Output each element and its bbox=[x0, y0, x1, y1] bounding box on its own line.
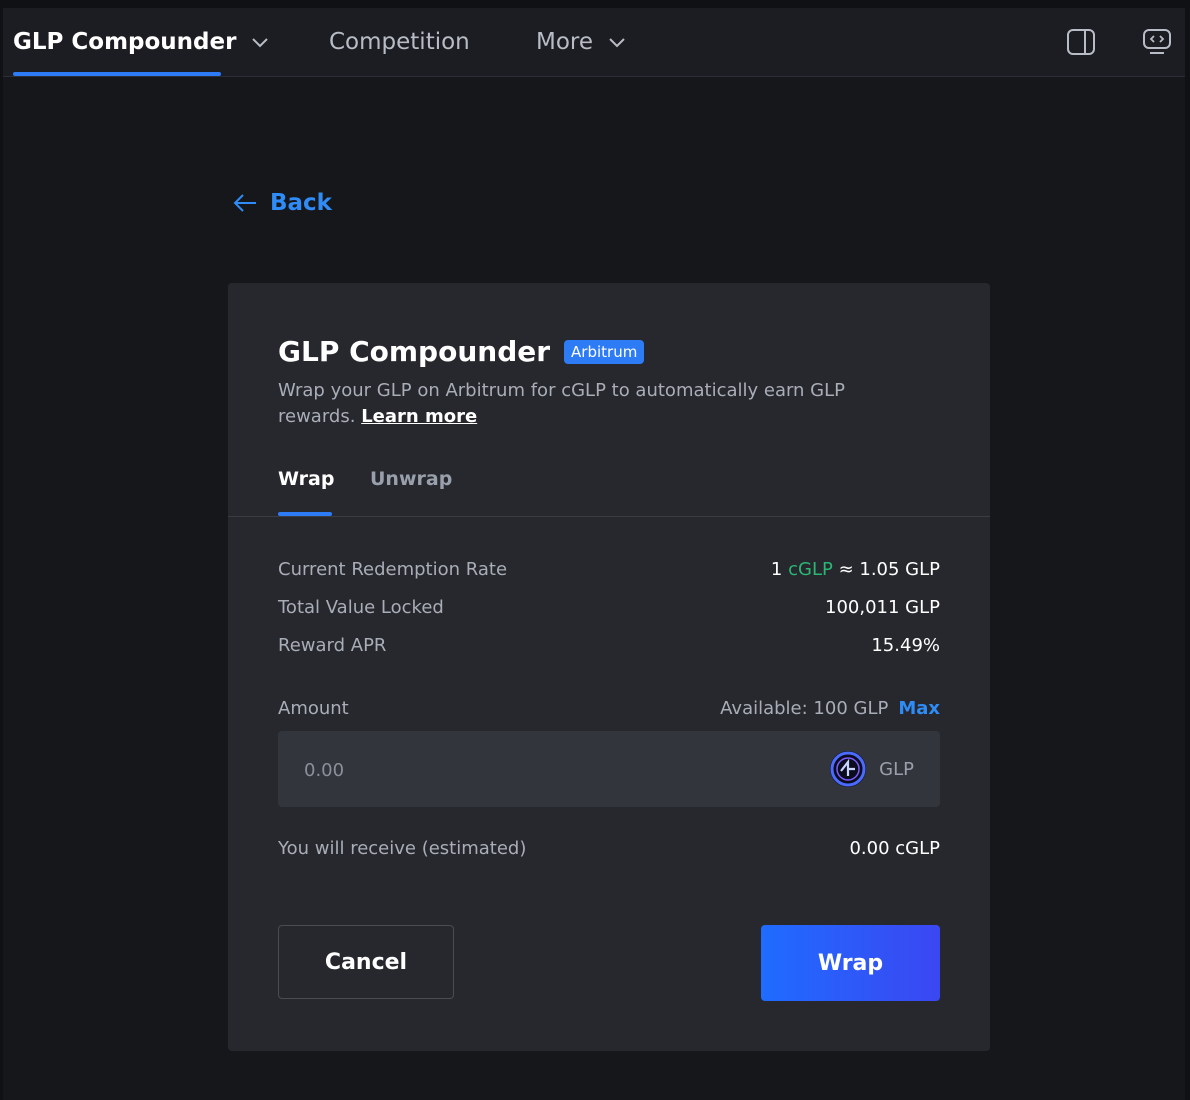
tab-active-indicator bbox=[278, 512, 332, 516]
panel-toggle-icon[interactable] bbox=[1061, 22, 1101, 62]
token-label: GLP bbox=[879, 758, 914, 780]
compounder-card: GLP Compounder Arbitrum Wrap your GLP on… bbox=[228, 283, 990, 1051]
learn-more-link[interactable]: Learn more bbox=[361, 406, 477, 427]
glp-token-icon bbox=[830, 751, 867, 787]
amount-label: Amount bbox=[278, 698, 349, 719]
apr-row: Reward APR 15.49% bbox=[278, 635, 940, 656]
nav-item-label: Competition bbox=[329, 29, 470, 55]
wrap-button[interactable]: Wrap bbox=[761, 925, 940, 1001]
available-balance: Available: 100 GLP Max bbox=[720, 698, 940, 719]
amount-header: Amount Available: 100 GLP Max bbox=[278, 698, 940, 719]
chevron-down-icon bbox=[609, 38, 625, 48]
receive-value: 0.00 cGLP bbox=[849, 838, 940, 859]
tvl-value: 100,011 GLP bbox=[825, 597, 940, 618]
receive-label: You will receive (estimated) bbox=[278, 838, 527, 859]
back-link[interactable]: Back bbox=[232, 184, 332, 222]
amount-input-container: GLP bbox=[278, 731, 940, 807]
available-text: Available: 100 GLP bbox=[720, 698, 889, 719]
code-chat-icon[interactable] bbox=[1137, 22, 1177, 62]
tvl-row: Total Value Locked 100,011 GLP bbox=[278, 597, 940, 618]
back-label: Back bbox=[270, 190, 332, 216]
max-button[interactable]: Max bbox=[898, 698, 940, 719]
receive-row: You will receive (estimated) 0.00 cGLP bbox=[278, 838, 940, 859]
tab-bar: Wrap Unwrap bbox=[228, 468, 990, 517]
rate-amount: 1 bbox=[770, 559, 783, 580]
nav-competition[interactable]: Competition bbox=[329, 8, 470, 76]
network-badge: Arbitrum bbox=[564, 339, 645, 364]
redemption-rate-row: Current Redemption Rate 1 cGLP ≈ 1.05 GL… bbox=[278, 559, 940, 580]
tab-wrap[interactable]: Wrap bbox=[278, 468, 334, 490]
rate-equivalent: ≈ 1.05 GLP bbox=[838, 559, 940, 580]
token-selector: GLP bbox=[829, 750, 914, 788]
redemption-rate-value: 1 cGLP ≈ 1.05 GLP bbox=[771, 559, 940, 580]
nav-glp-compounder[interactable]: GLP Compounder bbox=[13, 8, 270, 76]
card-header: GLP Compounder Arbitrum bbox=[278, 335, 645, 368]
rate-token: cGLP bbox=[788, 559, 833, 580]
nav-item-label: More bbox=[536, 29, 594, 55]
nav-more[interactable]: More bbox=[536, 8, 627, 76]
card-title: GLP Compounder bbox=[278, 335, 551, 368]
cancel-button[interactable]: Cancel bbox=[278, 925, 454, 999]
chevron-down-icon bbox=[252, 38, 269, 48]
nav-item-label: GLP Compounder bbox=[13, 29, 237, 55]
stat-label: Reward APR bbox=[278, 635, 387, 656]
nav-active-indicator bbox=[13, 72, 221, 76]
apr-value: 15.49% bbox=[871, 635, 940, 656]
card-description: Wrap your GLP on Arbitrum for cGLP to au… bbox=[278, 378, 898, 430]
stat-label: Current Redemption Rate bbox=[278, 559, 508, 580]
tab-unwrap[interactable]: Unwrap bbox=[370, 468, 452, 490]
top-nav: GLP Compounder Competition More bbox=[3, 8, 1185, 77]
arrow-left-icon bbox=[233, 194, 256, 212]
stat-label: Total Value Locked bbox=[278, 597, 444, 618]
amount-input[interactable] bbox=[302, 751, 766, 789]
